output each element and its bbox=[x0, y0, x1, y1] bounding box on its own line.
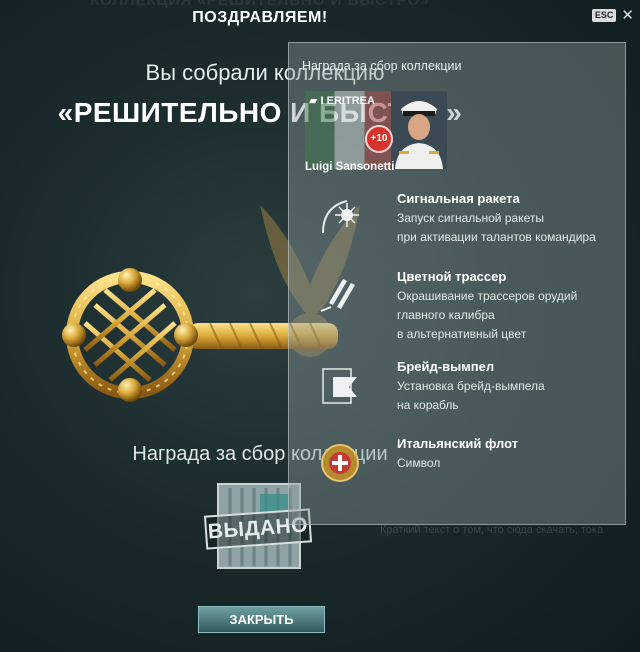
item-desc-line: Запуск сигнальной ракеты bbox=[397, 211, 544, 225]
commander-name: Luigi Sansonetti bbox=[305, 161, 395, 173]
item-desc-line: на корабль bbox=[397, 398, 459, 412]
commander-ship-name: I ERITREA bbox=[320, 95, 375, 107]
tracer-shells-icon bbox=[320, 279, 355, 312]
close-icon: ✕ bbox=[621, 7, 634, 24]
reward-details-panel: Награда за сбор коллекции ▰ I ERITREA +1… bbox=[288, 42, 626, 525]
item-title: Цветной трассер bbox=[397, 269, 507, 284]
commander-card[interactable]: ▰ I ERITREA +10 bbox=[305, 91, 447, 171]
item-desc-line: при активации талантов командира bbox=[397, 230, 596, 244]
esc-close-button[interactable]: ESC ✕ bbox=[591, 7, 634, 24]
commander-ship-label: ▰ I ERITREA bbox=[309, 94, 375, 107]
item-desc-line: Символ bbox=[397, 456, 441, 470]
background-hint-text: Краткий текст о том, что сюда скачать, т… bbox=[380, 524, 604, 536]
item-desc-line: в альтернативный цвет bbox=[397, 327, 527, 341]
signal-flare-icon bbox=[322, 200, 359, 234]
item-title: Итальянский флот bbox=[397, 436, 519, 451]
item-title: Брейд-вымпел bbox=[397, 359, 495, 374]
background-collection-title: КОЛЛЕКЦИЯ «РЕШИТЕЛЬНО И БЫСТРО» bbox=[90, 0, 430, 9]
panel-title: Награда за сбор коллекции bbox=[302, 59, 462, 73]
ship-class-icon: ▰ bbox=[309, 95, 318, 107]
skill-points-badge: +10 bbox=[365, 125, 393, 153]
close-button[interactable]: ЗАКРЫТЬ bbox=[198, 606, 325, 633]
item-title: Сигнальная ракета bbox=[397, 191, 520, 206]
esc-key-label: ESC bbox=[591, 9, 617, 22]
item-desc-line: Окрашивание трассеров орудий bbox=[397, 289, 578, 303]
congratulations-title: ПОЗДРАВЛЯЕМ! bbox=[192, 9, 328, 26]
italian-navy-emblem-icon bbox=[321, 444, 359, 482]
pennant-icon bbox=[322, 368, 357, 404]
item-desc-line: главного калибра bbox=[397, 308, 495, 322]
item-desc-line: Установка брейд-вымпела bbox=[397, 379, 545, 393]
commander-portrait bbox=[391, 91, 447, 169]
